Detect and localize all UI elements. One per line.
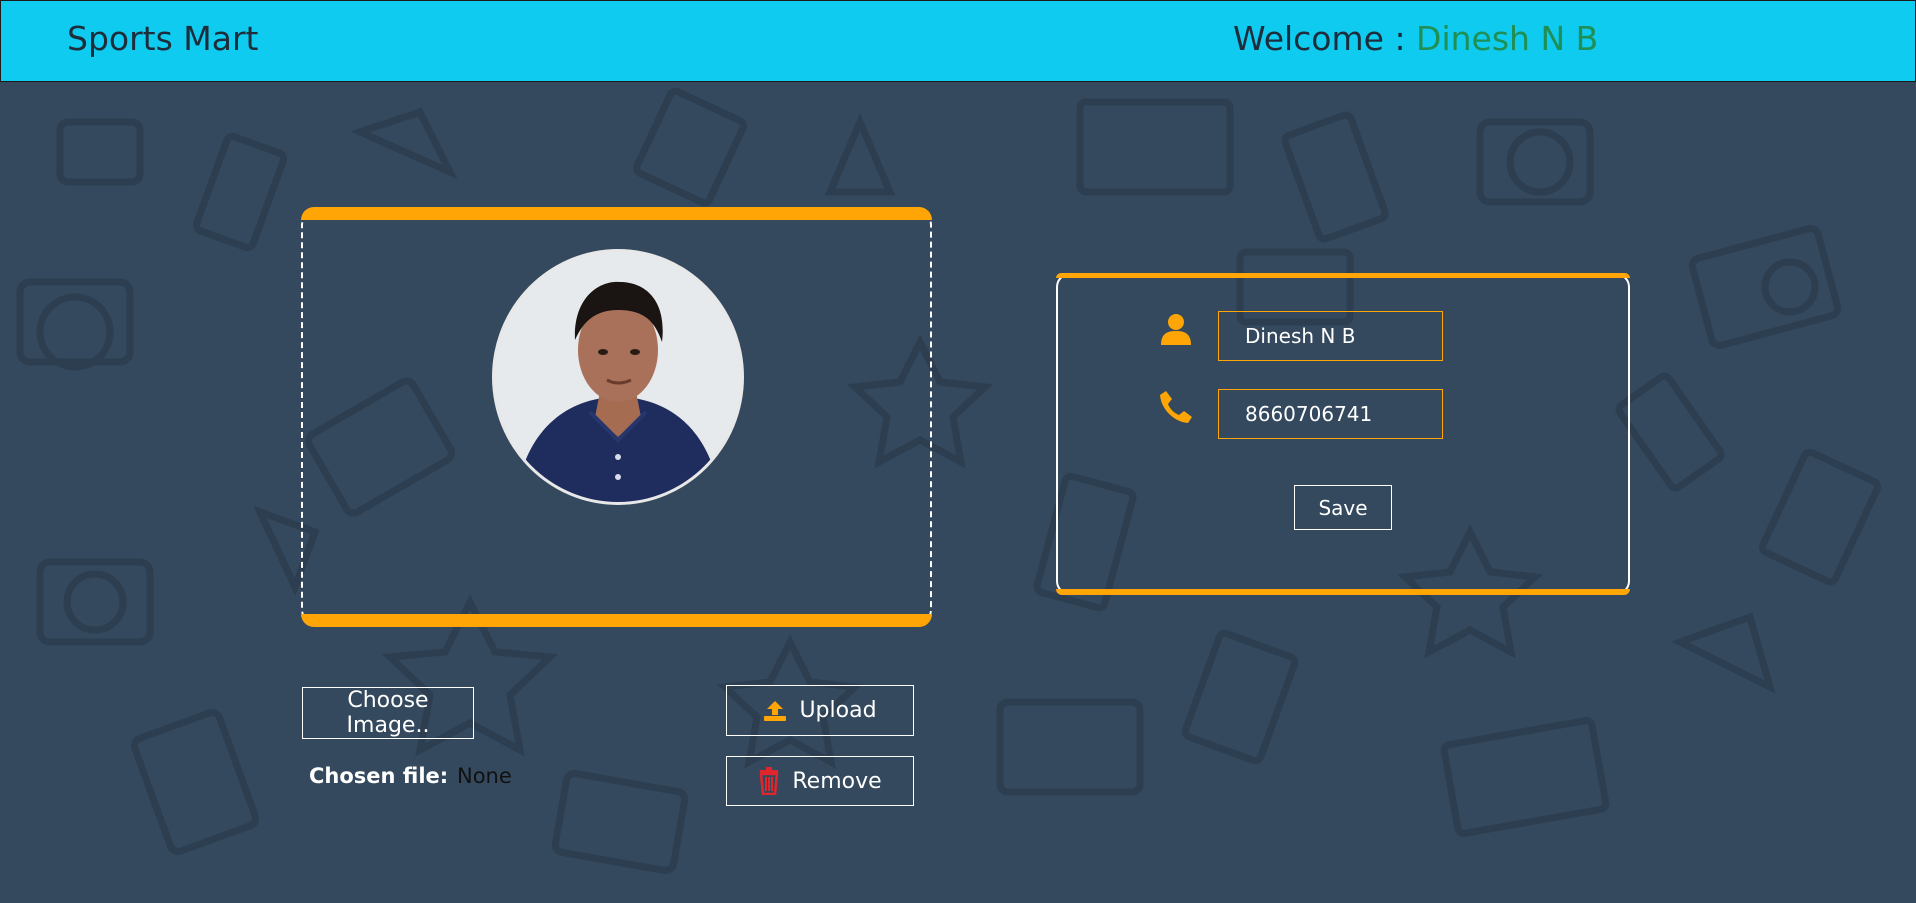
info-card-top-bar <box>1056 273 1630 278</box>
welcome-username: Dinesh N B <box>1416 19 1599 58</box>
user-icon <box>1158 311 1194 347</box>
phone-field[interactable] <box>1218 389 1443 439</box>
brand-title[interactable]: Sports Mart <box>67 19 258 58</box>
profile-photo-card <box>301 207 932 627</box>
profile-info-card <box>1056 273 1630 595</box>
photo-card-bottom-bar <box>301 614 932 627</box>
remove-button[interactable]: Remove <box>726 756 914 806</box>
save-button[interactable]: Save <box>1294 485 1392 530</box>
chosen-file-label: Chosen file: <box>309 764 449 788</box>
phone-icon <box>1158 389 1194 425</box>
choose-image-button[interactable]: Choose Image.. <box>302 687 474 739</box>
avatar <box>492 249 744 505</box>
top-navbar: Sports Mart Welcome : Dinesh N B <box>0 0 1916 82</box>
photo-card-top-bar <box>301 207 932 220</box>
welcome-label: Welcome : <box>1233 19 1417 58</box>
info-card-bottom-bar <box>1056 589 1630 595</box>
trash-icon <box>758 767 780 795</box>
name-field[interactable] <box>1218 311 1443 361</box>
welcome-message: Welcome : Dinesh N B <box>1233 19 1598 58</box>
chosen-file-value: None <box>457 764 512 788</box>
remove-button-label: Remove <box>792 768 882 794</box>
upload-icon <box>763 700 787 722</box>
upload-button[interactable]: Upload <box>726 685 914 736</box>
avatar-image <box>495 252 741 502</box>
upload-button-label: Upload <box>799 698 877 723</box>
